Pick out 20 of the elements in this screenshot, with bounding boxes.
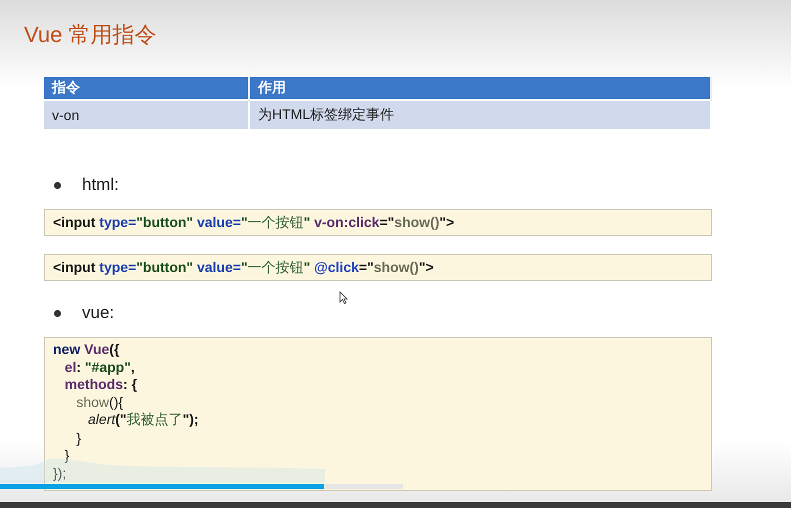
table-header: 指令 (44, 77, 249, 100)
code-line: alert("我被点了"); (87, 411, 199, 430)
bullet-text: vue: (82, 303, 114, 323)
bullet-text: html: (82, 175, 119, 195)
bullet-icon (54, 182, 61, 188)
table-cell: v-on (44, 100, 249, 129)
code-line: methods: { (64, 376, 138, 394)
slide-title: Vue 常用指令 (24, 21, 156, 49)
bullet-icon (54, 310, 61, 316)
code-line: }); (53, 464, 66, 482)
code-line: } (75, 430, 82, 447)
code-line: show(){ (75, 394, 124, 411)
code-line: <input type="button" value="一个按钮" v-on:click="show()"> (53, 212, 454, 232)
code-line: <input type="button" value="一个按钮" @click="show()"> (53, 258, 434, 278)
code-line: } (64, 447, 70, 464)
table-cell: 为HTML标签绑定事件 (249, 100, 711, 129)
code-line: new Vue({ (53, 341, 120, 358)
table-header: 作用 (249, 77, 711, 100)
code-line: el: "#app", (64, 358, 135, 376)
cursor-icon (339, 291, 348, 304)
